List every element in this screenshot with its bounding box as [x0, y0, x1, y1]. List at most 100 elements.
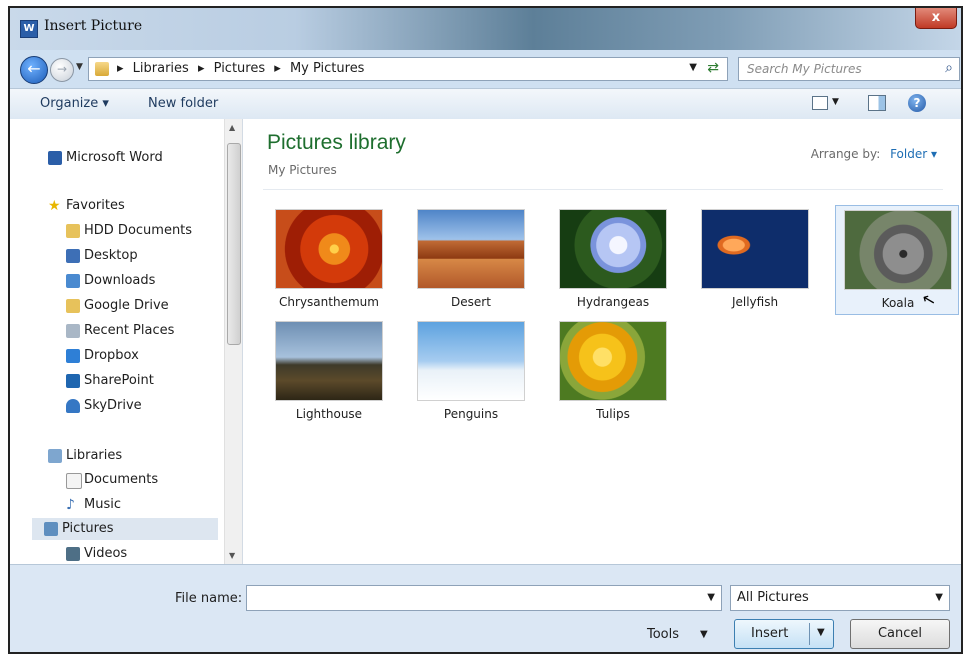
view-options-dropdown-icon[interactable]: ▼: [832, 97, 839, 107]
nav-item-hdd-documents[interactable]: HDD Documents: [66, 220, 193, 242]
nav-item-label: HDD Documents: [84, 223, 193, 238]
close-button[interactable]: x: [915, 8, 957, 29]
nav-item-desktop[interactable]: Desktop: [66, 245, 138, 267]
recent-pages-dropdown[interactable]: ▼: [76, 62, 83, 72]
file-label: Lighthouse: [295, 407, 363, 421]
word-icon: [48, 151, 62, 165]
window-title: Insert Picture: [44, 18, 143, 34]
google-drive-icon: [66, 299, 80, 313]
command-toolbar: Organize ▾ New folder ▼ ?: [10, 88, 961, 120]
file-type-select[interactable]: All Pictures ▼: [730, 585, 950, 611]
insert-picture-dialog: W Insert Picture x ← → ▼ ▸ Libraries ▸ P…: [8, 6, 963, 654]
refresh-icon[interactable]: ⇄: [707, 60, 719, 76]
help-icon[interactable]: ?: [908, 94, 926, 112]
change-view-icon[interactable]: [812, 96, 828, 110]
nav-item-label: Desktop: [84, 248, 138, 263]
nav-item-label: Dropbox: [84, 348, 139, 363]
search-icon[interactable]: ⌕: [945, 60, 953, 76]
libraries-icon: [48, 449, 62, 463]
nav-item-label: Downloads: [84, 273, 156, 288]
thumbnail-image: [559, 209, 667, 289]
nav-item-skydrive[interactable]: SkyDrive: [66, 395, 142, 417]
breadcrumb-separator: ▸: [197, 61, 205, 76]
skydrive-icon: [66, 399, 80, 413]
documents-icon: [66, 473, 82, 489]
file-name-label: File name:: [175, 591, 243, 606]
title-bar: W Insert Picture x: [10, 8, 961, 50]
back-button[interactable]: ←: [20, 56, 48, 84]
nav-item-google-drive[interactable]: Google Drive: [66, 295, 169, 317]
nav-item-documents[interactable]: Documents: [66, 469, 158, 491]
file-tile-penguins[interactable]: Penguins: [409, 317, 533, 427]
nav-item-label: Pictures: [62, 521, 114, 536]
dialog-footer: File name: ▼ All Pictures ▼ Tools ▼ Inse…: [10, 564, 961, 652]
nav-item-label: Videos: [84, 546, 128, 561]
address-dropdown-icon[interactable]: ▼: [689, 62, 697, 73]
breadcrumb-libraries[interactable]: Libraries: [133, 61, 189, 76]
scroll-down-arrow-icon[interactable]: ▼: [229, 551, 235, 560]
pictures-icon: [44, 522, 58, 536]
address-row: ← → ▼ ▸ Libraries ▸ Pictures ▸ My Pictur…: [10, 52, 961, 84]
scroll-up-arrow-icon[interactable]: ▲: [229, 123, 235, 132]
nav-item-pictures[interactable]: Pictures: [32, 518, 218, 540]
search-placeholder: Search My Pictures: [747, 62, 862, 76]
videos-icon: [66, 547, 80, 561]
nav-item-music[interactable]: ♪ Music: [66, 494, 121, 516]
file-tile-chrysanthemum[interactable]: Chrysanthemum: [267, 205, 391, 315]
split-divider: [809, 623, 810, 645]
file-tile-jellyfish[interactable]: Jellyfish: [693, 205, 817, 315]
nav-item-libraries[interactable]: Libraries: [48, 445, 123, 467]
downloads-icon: [66, 274, 80, 288]
breadcrumb-pictures[interactable]: Pictures: [214, 61, 265, 76]
file-name-dropdown-icon[interactable]: ▼: [707, 592, 715, 603]
file-label: Desert: [451, 295, 491, 309]
file-name-input[interactable]: ▼: [246, 585, 722, 611]
insert-label: Insert: [751, 626, 789, 641]
nav-item-label: Music: [84, 497, 121, 512]
file-tile-tulips[interactable]: Tulips: [551, 317, 675, 427]
file-type-value: All Pictures: [737, 590, 809, 605]
nav-item-label: Recent Places: [84, 323, 175, 338]
tools-dropdown-icon[interactable]: ▼: [700, 629, 708, 640]
file-label: Chrysanthemum: [279, 295, 379, 309]
nav-item-label: Microsoft Word: [66, 150, 163, 165]
folder-icon: [95, 62, 109, 76]
nav-item-downloads[interactable]: Downloads: [66, 270, 156, 292]
arrange-by-dropdown[interactable]: Folder ▾: [890, 147, 937, 161]
file-tile-hydrangeas[interactable]: Hydrangeas: [551, 205, 675, 315]
file-type-dropdown-icon[interactable]: ▼: [935, 592, 943, 603]
thumbnail-image: [417, 209, 525, 289]
nav-item-dropbox[interactable]: Dropbox: [66, 345, 139, 367]
thumbnail-image: [275, 209, 383, 289]
music-icon: ♪: [66, 497, 75, 513]
file-tile-koala[interactable]: Koala: [835, 205, 959, 315]
insert-options-dropdown-icon[interactable]: ▼: [817, 627, 825, 638]
nav-item-videos[interactable]: Videos: [66, 543, 128, 564]
file-tile-desert[interactable]: Desert: [409, 205, 533, 315]
file-label: Hydrangeas: [576, 295, 650, 309]
nav-item-favorites[interactable]: ★ Favorites: [48, 195, 125, 217]
file-tile-lighthouse[interactable]: Lighthouse: [267, 317, 391, 427]
forward-button[interactable]: →: [50, 58, 74, 82]
thumbnail-image: [417, 321, 525, 401]
tools-button[interactable]: Tools: [647, 627, 679, 642]
insert-button[interactable]: Insert ▼: [734, 619, 834, 649]
sharepoint-icon: [66, 374, 80, 388]
preview-pane-icon[interactable]: [868, 95, 886, 111]
thumbnail-image: [701, 209, 809, 289]
nav-item-microsoft-word[interactable]: Microsoft Word: [48, 147, 163, 169]
nav-item-sharepoint[interactable]: SharePoint: [66, 370, 154, 392]
organize-button[interactable]: Organize ▾: [40, 96, 109, 111]
address-bar[interactable]: ▸ Libraries ▸ Pictures ▸ My Pictures ▼ ⇄: [88, 57, 728, 81]
breadcrumb-my-pictures[interactable]: My Pictures: [290, 61, 365, 76]
thumbnail-image: [559, 321, 667, 401]
divider: [263, 189, 943, 190]
scrollbar-thumb[interactable]: [227, 143, 241, 345]
nav-item-label: Libraries: [66, 448, 123, 463]
nav-item-recent-places[interactable]: Recent Places: [66, 320, 175, 342]
nav-scrollbar[interactable]: ▲ ▼: [224, 119, 242, 564]
new-folder-button[interactable]: New folder: [148, 96, 218, 111]
recent-places-icon: [66, 324, 80, 338]
search-input[interactable]: Search My Pictures ⌕: [738, 57, 960, 81]
cancel-button[interactable]: Cancel: [850, 619, 950, 649]
